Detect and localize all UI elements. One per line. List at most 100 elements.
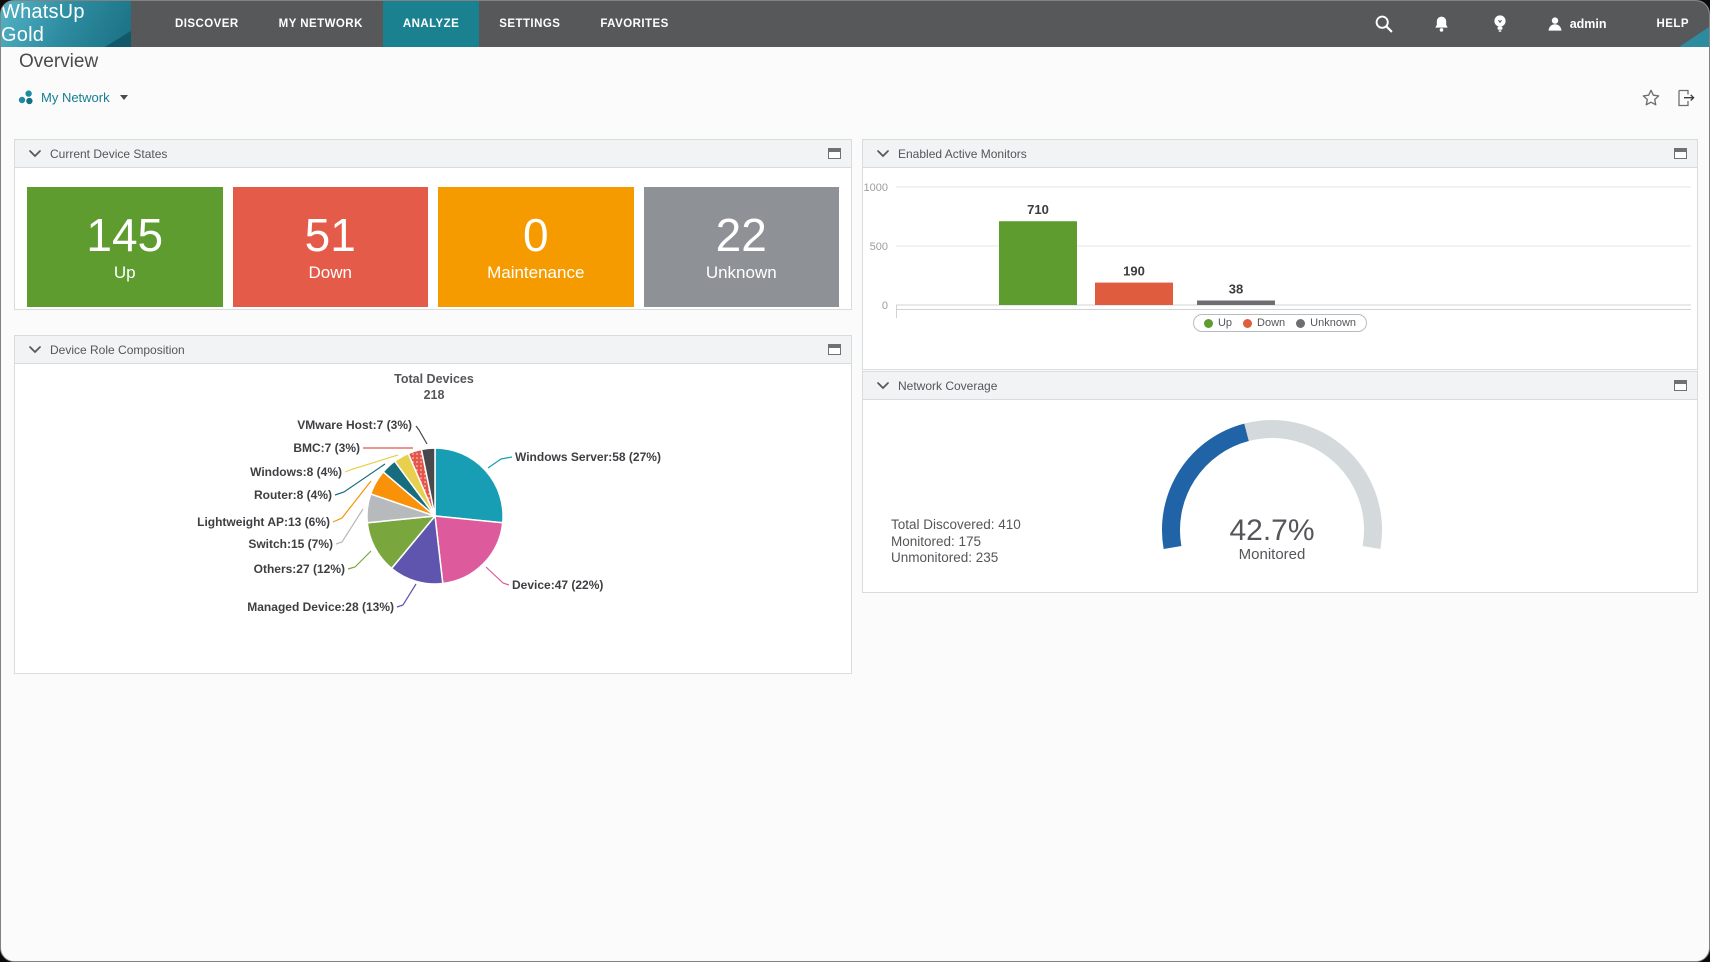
- coverage-stat-line: Unmonitored: 235: [891, 550, 1021, 567]
- nav-corner-accent: [1679, 27, 1709, 47]
- tile-value: 22: [716, 209, 767, 261]
- breadcrumb[interactable]: My Network: [17, 89, 128, 106]
- tab-my-network[interactable]: MY NETWORK: [259, 1, 383, 47]
- state-tile-down[interactable]: 51Down: [233, 187, 429, 307]
- pie-label-switch: Switch:15 (7%): [248, 537, 333, 551]
- pie-label-others: Others:27 (12%): [254, 562, 345, 576]
- nav-tabs: DISCOVERMY NETWORKANALYZESETTINGSFAVORIT…: [155, 1, 689, 47]
- legend-item-unknown[interactable]: Unknown: [1296, 317, 1356, 329]
- pie-total: 218: [424, 388, 445, 402]
- bar-up[interactable]: [999, 221, 1077, 305]
- tile-value: 145: [86, 209, 163, 261]
- maximize-icon[interactable]: [1674, 380, 1687, 391]
- panel-title: Device Role Composition: [50, 343, 185, 357]
- pie-label-managed-device: Managed Device:28 (13%): [247, 600, 394, 614]
- state-tile-up[interactable]: 145Up: [27, 187, 223, 307]
- tab-favorites[interactable]: FAVORITES: [580, 1, 688, 47]
- panel-current-device-states: Current Device States 145Up51Down0Mainte…: [14, 139, 852, 310]
- user-icon: [1547, 16, 1563, 32]
- state-tile-maintenance[interactable]: 0Maintenance: [438, 187, 634, 307]
- pie-slices: [367, 448, 503, 584]
- tile-label: Up: [114, 261, 136, 285]
- export-icon[interactable]: [1676, 88, 1696, 108]
- notifications-bell-icon[interactable]: [1431, 13, 1453, 35]
- brand-logo[interactable]: WhatsUp Gold: [1, 1, 131, 47]
- tab-analyze[interactable]: ANALYZE: [383, 1, 479, 47]
- panel-enabled-active-monitors: Enabled Active Monitors 0 500 1000 710 190 3…: [862, 139, 1698, 370]
- device-state-tiles: 145Up51Down0Maintenance22Unknown: [15, 168, 851, 307]
- gauge-sublabel: Monitored: [1239, 547, 1306, 563]
- tile-value: 0: [523, 209, 549, 261]
- chevron-down-icon[interactable]: [120, 95, 128, 100]
- panel-header: Current Device States: [15, 140, 851, 168]
- breadcrumb-label: My Network: [41, 90, 110, 105]
- pie-label-vmware-host: VMware Host:7 (3%): [297, 418, 412, 432]
- pie-label-windows-server: Windows Server:58 (27%): [515, 450, 661, 464]
- collapse-chevron-icon[interactable]: [877, 382, 889, 390]
- bar-unknown[interactable]: [1197, 301, 1275, 305]
- panel-header: Enabled Active Monitors: [863, 140, 1697, 168]
- tab-discover[interactable]: DISCOVER: [155, 1, 259, 47]
- device-role-pie-chart: Windows Server:58 (27%) Device:47 (22%) Ma…: [15, 364, 851, 673]
- lightbulb-icon[interactable]: [1489, 13, 1511, 35]
- user-name: admin: [1570, 17, 1607, 31]
- bar-value-label: 710: [1027, 202, 1049, 217]
- panel-title: Network Coverage: [898, 379, 997, 393]
- star-icon[interactable]: [1641, 88, 1661, 108]
- app-window: WhatsUp Gold DISCOVERMY NETWORKANALYZESE…: [0, 0, 1710, 962]
- pie-label-bmc: BMC:7 (3%): [293, 441, 360, 455]
- collapse-chevron-icon[interactable]: [29, 150, 41, 158]
- pie-label-device: Device:47 (22%): [512, 578, 603, 592]
- legend-dot: [1204, 319, 1213, 328]
- coverage-stat-line: Monitored: 175: [891, 534, 1021, 551]
- panel-header: Network Coverage: [863, 372, 1697, 400]
- collapse-chevron-icon[interactable]: [877, 150, 889, 158]
- legend-item-up[interactable]: Up: [1204, 317, 1232, 329]
- bar-grid: 0 500 1000: [864, 182, 1691, 318]
- brand-label: WhatsUp Gold: [1, 1, 131, 47]
- panel-title: Current Device States: [50, 147, 167, 161]
- tile-label: Unknown: [706, 261, 777, 285]
- legend-label: Down: [1257, 317, 1285, 329]
- legend-item-down[interactable]: Down: [1243, 317, 1285, 329]
- tab-settings[interactable]: SETTINGS: [479, 1, 580, 47]
- legend-label: Unknown: [1310, 317, 1356, 329]
- maximize-icon[interactable]: [828, 344, 841, 355]
- state-tile-unknown[interactable]: 22Unknown: [644, 187, 840, 307]
- pie-slice-windows-server[interactable]: [435, 448, 503, 523]
- gauge-value: 42.7%: [1229, 516, 1314, 546]
- svg-text:500: 500: [870, 241, 888, 253]
- pie-label-lightweight-ap: Lightweight AP:13 (6%): [197, 515, 330, 529]
- coverage-stat-line: Total Discovered: 410: [891, 517, 1021, 534]
- coverage-stats: Total Discovered: 410Monitored: 175Unmon…: [891, 517, 1021, 567]
- tile-label: Down: [309, 261, 352, 285]
- svg-text:0: 0: [882, 300, 888, 312]
- bar-value-label: 190: [1123, 264, 1145, 279]
- search-icon[interactable]: [1373, 13, 1395, 35]
- pie-title: Total Devices: [394, 372, 474, 386]
- panel-network-coverage: Network Coverage Total Discovered: 410Mo…: [862, 371, 1698, 593]
- legend-dot: [1243, 319, 1252, 328]
- panel-device-role-composition: Device Role Composition Windows Server:5…: [14, 335, 852, 674]
- tile-label: Maintenance: [487, 261, 584, 285]
- user-menu[interactable]: admin: [1547, 16, 1607, 32]
- nav-right: admin HELP: [1373, 1, 1709, 47]
- legend-label: Up: [1218, 317, 1232, 329]
- tile-value: 51: [305, 209, 356, 261]
- collapse-chevron-icon[interactable]: [29, 346, 41, 354]
- maximize-icon[interactable]: [1674, 148, 1687, 159]
- active-monitors-bar-chart: 0 500 1000 710 190 38: [863, 168, 1697, 369]
- chart-legend-box: Up Down Unknown: [1193, 314, 1367, 332]
- bar-down[interactable]: [1095, 283, 1173, 305]
- page-actions: [1641, 88, 1696, 108]
- panel-header: Device Role Composition: [15, 336, 851, 364]
- pie-label-router: Router:8 (4%): [254, 488, 332, 502]
- svg-text:1000: 1000: [864, 182, 888, 194]
- top-nav: WhatsUp Gold DISCOVERMY NETWORKANALYZESE…: [1, 1, 1709, 47]
- legend-dot: [1296, 319, 1305, 328]
- maximize-icon[interactable]: [828, 148, 841, 159]
- page-title: Overview: [19, 51, 98, 73]
- pie-label-windows: Windows:8 (4%): [250, 465, 342, 479]
- panel-title: Enabled Active Monitors: [898, 147, 1027, 161]
- bar-value-label: 38: [1229, 282, 1243, 297]
